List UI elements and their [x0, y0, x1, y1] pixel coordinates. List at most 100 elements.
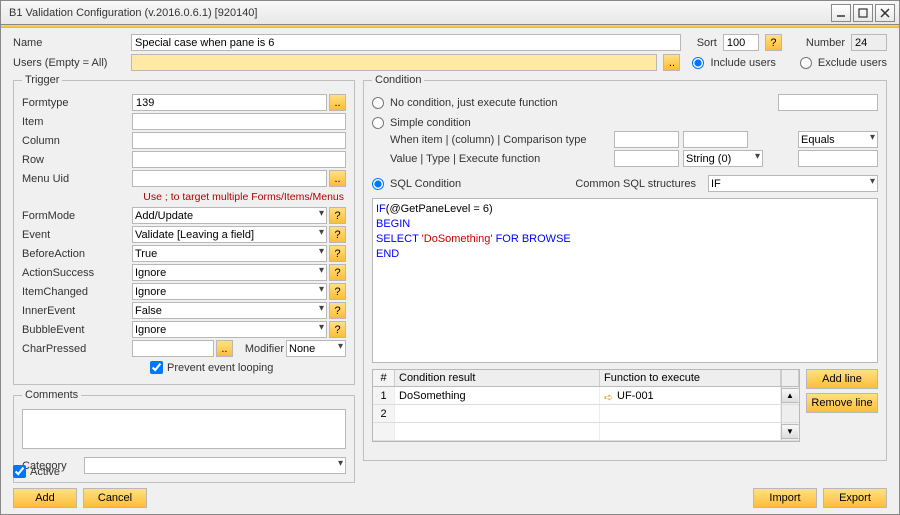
simple-col-input[interactable]: [683, 131, 748, 148]
formtype-input[interactable]: [132, 94, 327, 111]
beforeaction-help-button[interactable]: ?: [329, 245, 346, 262]
innerevent-label: InnerEvent: [22, 305, 130, 317]
include-users-label: Include users: [710, 57, 775, 69]
add-line-button[interactable]: Add line: [806, 369, 878, 389]
users-input[interactable]: [131, 54, 657, 71]
itemchanged-label: ItemChanged: [22, 286, 130, 298]
add-button[interactable]: Add: [13, 488, 77, 508]
grid-side-buttons: Add line Remove line: [806, 369, 878, 442]
grid-head-fn: Function to execute: [600, 370, 781, 386]
row-input[interactable]: [132, 151, 346, 168]
window-controls: [831, 4, 895, 22]
export-button[interactable]: Export: [823, 488, 887, 508]
name-label: Name: [13, 37, 125, 49]
header-row-1: Name Sort ? Number: [13, 34, 887, 51]
exclude-users-radio[interactable]: [800, 57, 812, 69]
category-select[interactable]: [84, 457, 346, 474]
sql-condition-radio[interactable]: [372, 178, 384, 190]
no-condition-radio[interactable]: [372, 97, 384, 109]
grid-row[interactable]: 1 DoSomething ➪UF-001 ▲: [373, 387, 799, 405]
active-checkbox[interactable]: [13, 465, 26, 478]
event-select[interactable]: Validate [Leaving a field]: [132, 226, 327, 243]
close-icon[interactable]: [875, 4, 895, 22]
remove-line-button[interactable]: Remove line: [806, 393, 878, 413]
grid-row[interactable]: ▼: [373, 423, 799, 441]
simple-condition-radio[interactable]: [372, 117, 384, 129]
simple-value-input[interactable]: [614, 150, 679, 167]
item-input[interactable]: [132, 113, 346, 130]
trigger-legend: Trigger: [22, 74, 62, 86]
formtype-label: Formtype: [22, 97, 130, 109]
include-users-radio[interactable]: [692, 57, 704, 69]
simple-item-input[interactable]: [614, 131, 679, 148]
itemchanged-select[interactable]: Ignore: [132, 283, 327, 300]
comments-textarea[interactable]: [22, 409, 346, 449]
number-field: [851, 34, 887, 51]
charpressed-label: CharPressed: [22, 343, 130, 355]
beforeaction-select[interactable]: True: [132, 245, 327, 262]
grid-cell-cr[interactable]: [395, 405, 600, 422]
bubbleevent-label: BubbleEvent: [22, 324, 130, 336]
scroll-down-icon[interactable]: ▼: [781, 424, 799, 439]
grid-cell-idx: 1: [373, 387, 395, 404]
grid-cell-fn[interactable]: ➪UF-001: [600, 387, 781, 404]
event-help-button[interactable]: ?: [329, 226, 346, 243]
innerevent-select[interactable]: False: [132, 302, 327, 319]
scroll-up-icon[interactable]: ▲: [781, 388, 799, 403]
trigger-hint: Use ; to target multiple Forms/Items/Men…: [22, 189, 346, 207]
simple-type-select[interactable]: String (0): [683, 150, 763, 167]
common-sql-select[interactable]: IF: [708, 175, 878, 192]
maximize-icon[interactable]: [853, 4, 873, 22]
header-row-2: Users (Empty = All) .. Include users Exc…: [13, 54, 887, 71]
sql-condition-row: SQL Condition Common SQL structures IF: [372, 175, 878, 192]
left-column: Trigger Formtype .. Item Column Row Menu…: [13, 74, 355, 461]
grid-cell-cr[interactable]: DoSomething: [395, 387, 600, 404]
formmode-select[interactable]: Add/Update: [132, 207, 327, 224]
minimize-icon[interactable]: [831, 4, 851, 22]
simple-row1-label: When item | (column) | Comparison type: [390, 134, 610, 146]
bubbleevent-help-button[interactable]: ?: [329, 321, 346, 338]
innerevent-help-button[interactable]: ?: [329, 302, 346, 319]
actionsuccess-help-button[interactable]: ?: [329, 264, 346, 281]
cancel-button[interactable]: Cancel: [83, 488, 147, 508]
condition-legend: Condition: [372, 74, 424, 86]
formmode-help-button[interactable]: ?: [329, 207, 346, 224]
prevent-loop-checkbox[interactable]: [150, 361, 163, 374]
simple-exec-input[interactable]: [798, 150, 878, 167]
actionsuccess-select[interactable]: Ignore: [132, 264, 327, 281]
result-grid-wrap: # Condition result Function to execute 1…: [372, 369, 878, 442]
menuuid-cfl-button[interactable]: ..: [329, 170, 346, 187]
link-arrow-icon[interactable]: ➪: [604, 391, 614, 401]
charpressed-input[interactable]: [132, 340, 214, 357]
import-button[interactable]: Import: [753, 488, 817, 508]
bubbleevent-select[interactable]: Ignore: [132, 321, 327, 338]
modifier-label: Modifier: [245, 343, 284, 355]
simple-rows: When item | (column) | Comparison type E…: [390, 131, 878, 167]
simple-condition-label: Simple condition: [390, 117, 471, 129]
row-label: Row: [22, 154, 130, 166]
users-cfl-button[interactable]: ..: [663, 54, 680, 71]
sort-help-button[interactable]: ?: [765, 34, 782, 51]
modifier-select[interactable]: None: [286, 340, 346, 357]
grid-head-scroll: [781, 370, 799, 386]
name-input[interactable]: [131, 34, 681, 51]
menuuid-label: Menu Uid: [22, 173, 130, 185]
content: Name Sort ? Number Users (Empty = All) .…: [1, 28, 899, 514]
no-condition-label: No condition, just execute function: [390, 97, 558, 109]
footer: Add Cancel Import Export: [13, 482, 887, 508]
simple-cmp-select[interactable]: Equals: [798, 131, 878, 148]
sort-input[interactable]: [723, 34, 759, 51]
charpressed-cfl-button[interactable]: ..: [216, 340, 233, 357]
itemchanged-help-button[interactable]: ?: [329, 283, 346, 300]
grid-row[interactable]: 2: [373, 405, 799, 423]
formtype-cfl-button[interactable]: ..: [329, 94, 346, 111]
menuuid-input[interactable]: [132, 170, 327, 187]
column-input[interactable]: [132, 132, 346, 149]
users-radio-group: Include users Exclude users: [692, 57, 887, 69]
grid-cell-fn[interactable]: [600, 405, 781, 422]
sql-editor[interactable]: IF(@GetPaneLevel = 6)BEGINSELECT 'DoSome…: [372, 198, 878, 363]
formmode-label: FormMode: [22, 210, 130, 222]
no-condition-input[interactable]: [778, 94, 878, 111]
item-label: Item: [22, 116, 130, 128]
right-column: Condition No condition, just execute fun…: [363, 74, 887, 461]
